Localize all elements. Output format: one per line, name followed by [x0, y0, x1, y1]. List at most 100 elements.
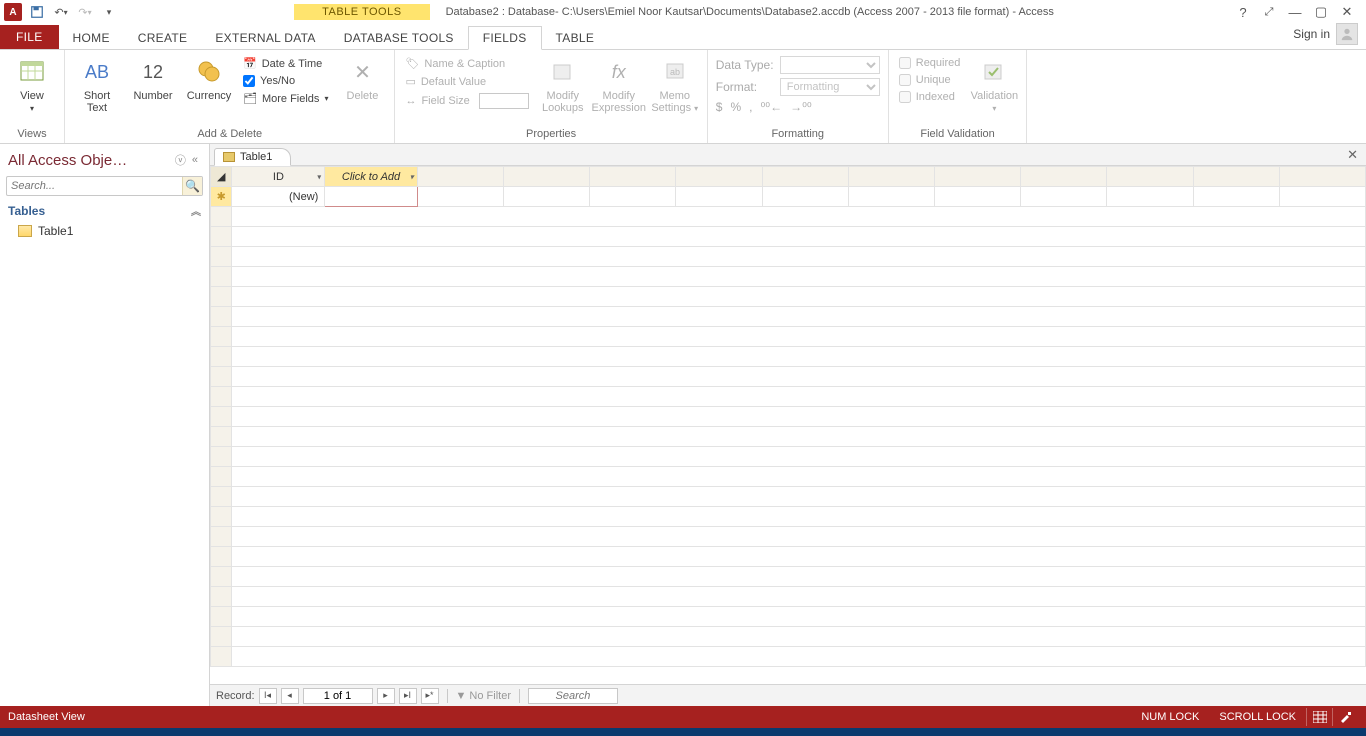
row-selector[interactable]: [211, 607, 232, 627]
row-selector[interactable]: [211, 227, 232, 247]
empty-column[interactable]: [848, 167, 934, 187]
empty-row[interactable]: [232, 367, 1366, 387]
empty-row[interactable]: [232, 347, 1366, 367]
chevron-down-icon[interactable]: ▾: [317, 172, 321, 181]
record-search-input[interactable]: [528, 688, 618, 704]
empty-row[interactable]: [232, 487, 1366, 507]
empty-cell[interactable]: [676, 187, 762, 207]
empty-column[interactable]: [1021, 167, 1107, 187]
datasheet-view-button[interactable]: [1306, 708, 1332, 726]
design-view-button[interactable]: [1332, 708, 1358, 726]
empty-column[interactable]: [503, 167, 589, 187]
more-fields-button[interactable]: 🗂More Fields ▾: [241, 91, 330, 106]
empty-cell[interactable]: [934, 187, 1020, 207]
column-header-id[interactable]: ID▾: [232, 167, 325, 187]
empty-column[interactable]: [676, 167, 762, 187]
empty-cell[interactable]: [417, 187, 503, 207]
row-selector[interactable]: [211, 407, 232, 427]
empty-cell[interactable]: [848, 187, 934, 207]
nav-collapse-icon[interactable]: «: [189, 152, 201, 168]
empty-cell[interactable]: [1279, 187, 1365, 207]
nav-search[interactable]: 🔍: [6, 176, 203, 196]
empty-row[interactable]: [232, 407, 1366, 427]
tab-table[interactable]: TABLE: [542, 27, 609, 49]
nav-dropdown-icon[interactable]: ⓥ: [172, 150, 189, 170]
row-selector[interactable]: [211, 387, 232, 407]
nav-title[interactable]: All Access Obje…: [8, 152, 127, 169]
nav-search-input[interactable]: [7, 177, 182, 195]
yes-no-button[interactable]: Yes/No: [241, 74, 330, 88]
qat-customize-icon[interactable]: ▾: [100, 3, 118, 21]
row-selector[interactable]: [211, 307, 232, 327]
filter-indicator[interactable]: ▼No Filter: [456, 690, 511, 702]
empty-row[interactable]: [232, 327, 1366, 347]
empty-cell[interactable]: [503, 187, 589, 207]
table-row-new[interactable]: ✱ (New): [211, 187, 1366, 207]
first-record-button[interactable]: I◂: [259, 688, 277, 704]
date-time-button[interactable]: 📅Date & Time: [241, 56, 330, 71]
empty-column[interactable]: [762, 167, 848, 187]
record-position-input[interactable]: [303, 688, 373, 704]
empty-row[interactable]: [232, 447, 1366, 467]
empty-column[interactable]: [417, 167, 503, 187]
row-selector[interactable]: [211, 247, 232, 267]
empty-column[interactable]: [1279, 167, 1365, 187]
empty-cell[interactable]: [762, 187, 848, 207]
tab-home[interactable]: HOME: [59, 27, 124, 49]
tab-fields[interactable]: FIELDS: [468, 26, 542, 50]
cell-id-new[interactable]: (New): [232, 187, 325, 207]
empty-row[interactable]: [232, 247, 1366, 267]
empty-row[interactable]: [232, 387, 1366, 407]
undo-icon[interactable]: ↶▾: [52, 3, 70, 21]
nav-object-table1[interactable]: Table1: [0, 221, 209, 241]
row-selector[interactable]: [211, 587, 232, 607]
active-cell[interactable]: [325, 187, 417, 207]
tab-create[interactable]: CREATE: [124, 27, 202, 49]
empty-row[interactable]: [232, 647, 1366, 667]
row-selector[interactable]: [211, 347, 232, 367]
empty-row[interactable]: [232, 607, 1366, 627]
short-text-button[interactable]: AB Short Text: [73, 56, 121, 114]
row-selector-new[interactable]: ✱: [211, 187, 232, 207]
next-record-button[interactable]: ▸: [377, 688, 395, 704]
empty-row[interactable]: [232, 467, 1366, 487]
new-record-button[interactable]: ▸*: [421, 688, 439, 704]
empty-row[interactable]: [232, 547, 1366, 567]
empty-row[interactable]: [232, 267, 1366, 287]
empty-row[interactable]: [232, 427, 1366, 447]
save-icon[interactable]: [28, 3, 46, 21]
empty-row[interactable]: [232, 567, 1366, 587]
empty-column[interactable]: [1107, 167, 1193, 187]
row-selector[interactable]: [211, 627, 232, 647]
last-record-button[interactable]: ▸I: [399, 688, 417, 704]
empty-cell[interactable]: [590, 187, 676, 207]
empty-column[interactable]: [590, 167, 676, 187]
empty-row[interactable]: [232, 627, 1366, 647]
empty-cell[interactable]: [1107, 187, 1193, 207]
empty-row[interactable]: [232, 507, 1366, 527]
empty-row[interactable]: [232, 287, 1366, 307]
row-selector[interactable]: [211, 647, 232, 667]
help-icon[interactable]: ?: [1230, 2, 1256, 22]
row-selector[interactable]: [211, 467, 232, 487]
select-all-cell[interactable]: ◢: [211, 167, 232, 187]
tab-database-tools[interactable]: DATABASE TOOLS: [330, 27, 468, 49]
close-document-icon[interactable]: ✕: [1339, 145, 1366, 165]
empty-row[interactable]: [232, 527, 1366, 547]
empty-row[interactable]: [232, 307, 1366, 327]
datasheet[interactable]: ◢ ID▾ Click to Add▾ ✱ (New): [210, 166, 1366, 684]
number-button[interactable]: 12 Number: [129, 56, 177, 102]
ribbon-display-icon[interactable]: ⤢: [1256, 2, 1282, 22]
empty-column[interactable]: [1193, 167, 1279, 187]
row-selector[interactable]: [211, 547, 232, 567]
empty-row[interactable]: [232, 207, 1366, 227]
row-selector[interactable]: [211, 287, 232, 307]
row-selector[interactable]: [211, 507, 232, 527]
currency-button[interactable]: Currency: [185, 56, 233, 102]
row-selector[interactable]: [211, 487, 232, 507]
tab-file[interactable]: FILE: [0, 25, 59, 49]
chevron-down-icon[interactable]: ▾: [410, 172, 414, 181]
column-header-add[interactable]: Click to Add▾: [325, 167, 417, 187]
empty-row[interactable]: [232, 587, 1366, 607]
row-selector[interactable]: [211, 527, 232, 547]
